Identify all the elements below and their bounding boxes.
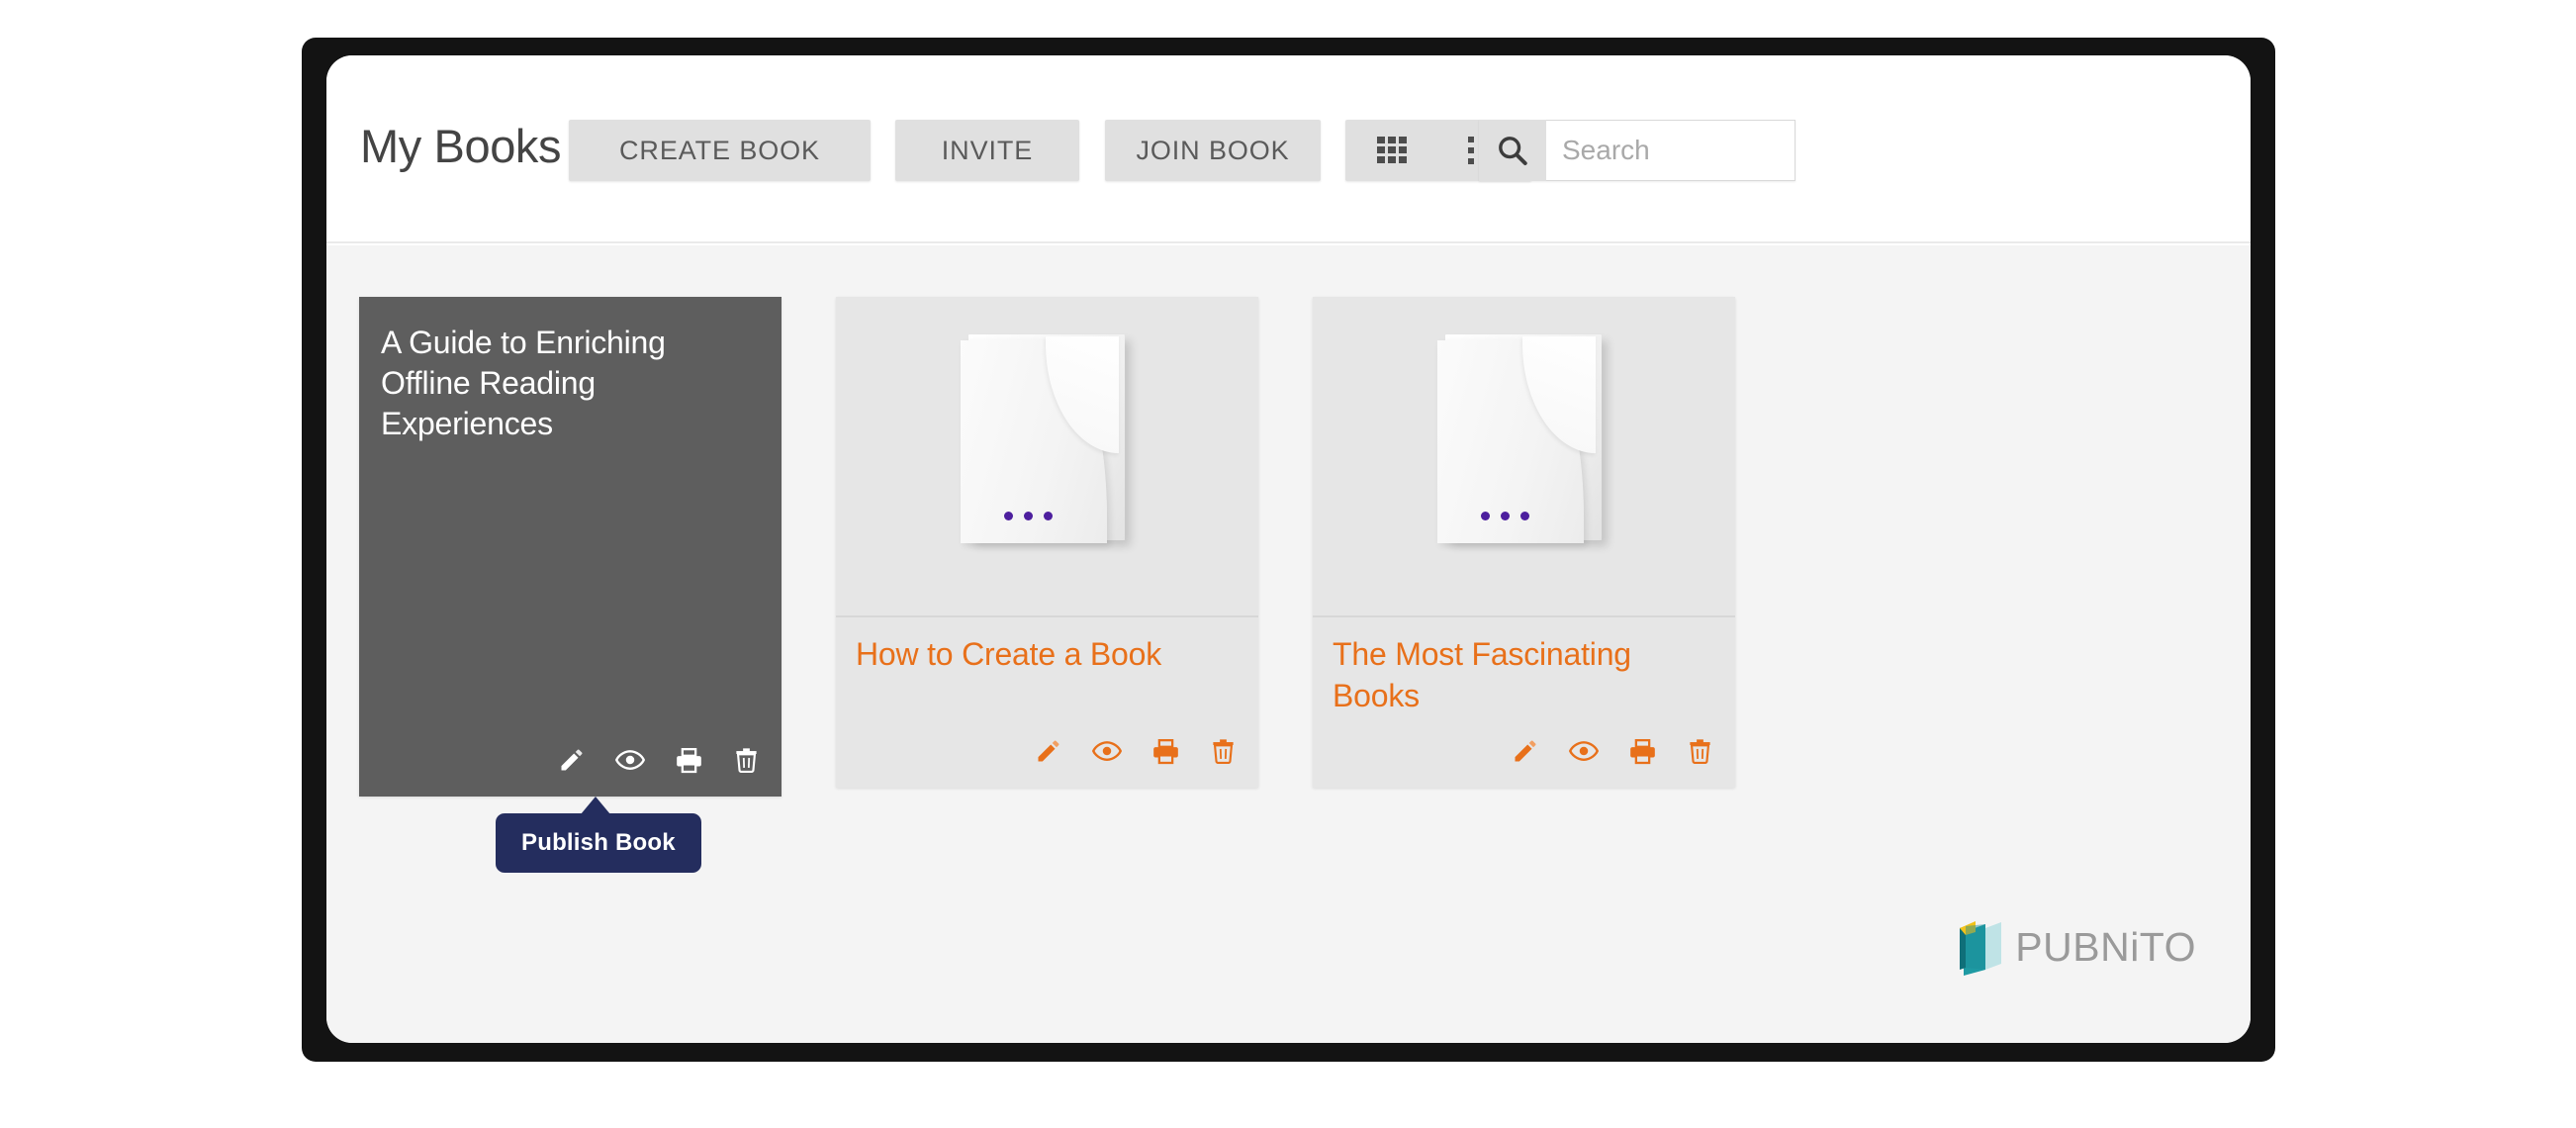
edit-icon[interactable] bbox=[558, 746, 586, 774]
edit-icon[interactable] bbox=[1035, 737, 1062, 765]
book-card[interactable]: How to Create a Book bbox=[836, 297, 1258, 788]
edit-icon[interactable] bbox=[1512, 737, 1539, 765]
publish-book-tooltip: Publish Book bbox=[496, 797, 701, 873]
book-title: The Most Fascinating Books bbox=[1333, 636, 1631, 714]
preview-icon[interactable] bbox=[1091, 736, 1123, 766]
delete-icon[interactable] bbox=[733, 747, 760, 774]
book-card-selected[interactable]: A Guide to Enriching Offline Reading Exp… bbox=[359, 297, 782, 797]
book-thumbnail[interactable] bbox=[836, 297, 1258, 617]
search-button[interactable] bbox=[1479, 120, 1546, 181]
delete-icon[interactable] bbox=[1687, 738, 1713, 765]
page-title: My Books bbox=[360, 120, 562, 172]
publish-icon[interactable] bbox=[1628, 737, 1657, 766]
book-logo-icon bbox=[1960, 921, 2002, 976]
search-input[interactable] bbox=[1546, 120, 1795, 181]
app-header: My Books CREATE BOOK INVITE JOIN BOOK bbox=[326, 55, 2251, 243]
book-title: A Guide to Enriching Offline Reading Exp… bbox=[381, 325, 666, 441]
book-title: How to Create a Book bbox=[856, 636, 1162, 672]
publish-icon[interactable] bbox=[675, 746, 703, 775]
book-actions bbox=[1035, 736, 1237, 766]
book-thumbnail[interactable] bbox=[1313, 297, 1735, 617]
book-cover-placeholder-icon bbox=[1436, 330, 1611, 548]
app-page: My Books CREATE BOOK INVITE JOIN BOOK Se… bbox=[326, 55, 2251, 1043]
search-icon bbox=[1499, 137, 1527, 166]
book-cover-placeholder-icon bbox=[960, 330, 1135, 548]
brand-logo: PUBNiTO bbox=[1956, 918, 2196, 976]
invite-button[interactable]: INVITE bbox=[895, 120, 1079, 181]
book-card[interactable]: The Most Fascinating Books bbox=[1313, 297, 1735, 788]
create-book-button[interactable]: CREATE BOOK bbox=[569, 120, 871, 181]
join-book-button[interactable]: JOIN BOOK bbox=[1105, 120, 1321, 181]
device-frame: My Books CREATE BOOK INVITE JOIN BOOK Se… bbox=[302, 38, 2275, 1062]
grid-view-button[interactable] bbox=[1345, 120, 1438, 181]
search-group bbox=[1479, 120, 1795, 181]
preview-icon[interactable] bbox=[1568, 736, 1600, 766]
book-actions bbox=[558, 745, 760, 775]
book-actions bbox=[1512, 736, 1713, 766]
books-grid: A Guide to Enriching Offline Reading Exp… bbox=[326, 245, 2251, 1017]
publish-icon[interactable] bbox=[1151, 737, 1180, 766]
delete-icon[interactable] bbox=[1210, 738, 1237, 765]
grid-view-icon bbox=[1377, 137, 1407, 164]
preview-icon[interactable] bbox=[614, 745, 646, 775]
brand-name: PUBNiTO bbox=[2015, 923, 2196, 970]
app-footer bbox=[326, 1011, 2251, 1043]
